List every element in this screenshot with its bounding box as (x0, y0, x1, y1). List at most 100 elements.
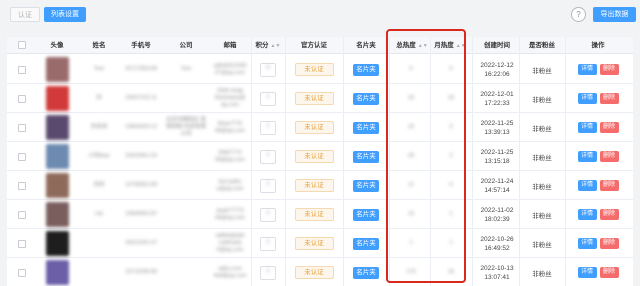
avatar-cell (37, 142, 77, 171)
actions-cell: 详情 删除 (567, 142, 629, 171)
company-cell (165, 229, 207, 258)
card-cell: 名片夹 (344, 113, 388, 142)
row-checkbox[interactable] (18, 65, 26, 74)
heat-columns-highlight (386, 29, 466, 283)
row-checkbox-cell (15, 200, 29, 229)
table-row: 13712349 80 a@a.com 4dd@qq.com 1 未认证 名片夹… (7, 258, 633, 286)
delete-button[interactable]: 删除 (599, 64, 619, 75)
card-folder-button[interactable]: 名片夹 (353, 150, 379, 163)
company-cell (165, 142, 207, 171)
fan-cell: 非粉丝 (520, 113, 564, 142)
detail-button[interactable]: 详情 (577, 209, 597, 220)
card-folder-button[interactable]: 名片夹 (353, 121, 379, 134)
row-checkbox[interactable] (18, 152, 26, 161)
email-cell: a@ddd12345 67@qq.com (209, 55, 251, 84)
unverified-badge: 未认证 (294, 266, 334, 279)
user-phone: 13745652 89 (124, 182, 158, 188)
phone-cell: 13712349 80 (119, 258, 163, 286)
select-all-checkbox-cell[interactable] (15, 37, 29, 54)
fan-status: 非粉丝 (532, 183, 552, 191)
header-phone: 手机号 (131, 42, 151, 49)
delete-button[interactable]: 删除 (599, 93, 619, 104)
created-date: 2022-11-02 (480, 206, 514, 214)
score-box: 1 (260, 265, 276, 280)
delete-button[interactable]: 删除 (599, 238, 619, 249)
card-cell: 名片夹 (344, 229, 388, 258)
row-checkbox-cell (15, 84, 29, 113)
card-folder-button[interactable]: 名片夹 (353, 179, 379, 192)
user-email: daa677775 68@qq.com (215, 207, 245, 221)
table-row: 15012341 67 ddfdk@ddd caifdnaila 6@qq.co… (7, 229, 633, 258)
row-checkbox-cell (15, 229, 29, 258)
detail-button[interactable]: 详情 (577, 122, 597, 133)
auth-button[interactable]: 认证 (10, 7, 40, 22)
card-folder-button[interactable]: 名片夹 (353, 208, 379, 221)
actions-cell: 详情 删除 (567, 200, 629, 229)
fan-status: 非粉丝 (532, 270, 552, 278)
export-data-button[interactable]: 导出数据 (593, 7, 636, 22)
row-checkbox[interactable] (18, 268, 26, 277)
help-icon[interactable]: ? (571, 7, 586, 22)
card-folder-button[interactable]: 名片夹 (353, 63, 379, 76)
header-score[interactable]: 积分 ▲▼ (252, 37, 284, 54)
phone-cell: 15717653 89 (119, 55, 163, 84)
detail-button[interactable]: 详情 (577, 64, 597, 75)
user-table: 头像 姓名 手机号 公司 邮箱 积分 ▲▼ 官方认证 名片夹 总热度 ▲▼ 月热度 ▲… (7, 37, 633, 286)
created-time: 16:49:52 (484, 244, 510, 252)
company-cell (165, 258, 207, 286)
row-checkbox[interactable] (18, 181, 26, 190)
fan-status: 非粉丝 (532, 67, 552, 75)
table-header: 头像 姓名 手机号 公司 邮箱 积分 ▲▼ 官方认证 名片夹 总热度 ▲▼ 月热度 ▲… (7, 37, 633, 54)
user-phone: 13563424 12 (124, 124, 158, 130)
column-settings-button[interactable]: 列表设置 (44, 7, 86, 22)
auth-cell: 未认证 (286, 200, 342, 229)
score-cell: 1 (252, 229, 284, 258)
card-folder-button[interactable]: 名片夹 (353, 266, 379, 279)
user-email: 2566-4sdg fdsdsdasd@ qq.com (214, 88, 246, 108)
row-checkbox[interactable] (18, 239, 26, 248)
sort-icon[interactable]: ▲▼ (271, 43, 281, 49)
card-folder-button[interactable]: 名片夹 (353, 92, 379, 105)
delete-button[interactable]: 删除 (599, 122, 619, 133)
fan-cell: 非粉丝 (520, 229, 564, 258)
delete-button[interactable]: 删除 (599, 209, 619, 220)
avatar-cell (37, 258, 77, 286)
company-cell (165, 171, 207, 200)
user-phone: 15717653 89 (124, 66, 158, 72)
delete-button[interactable]: 删除 (599, 267, 619, 278)
auth-cell: 未认证 (286, 84, 342, 113)
created-time: 13:39:13 (484, 128, 510, 136)
header-actions: 操作 (591, 42, 605, 49)
row-checkbox[interactable] (18, 94, 26, 103)
card-folder-button[interactable]: 名片夹 (353, 237, 379, 250)
detail-button[interactable]: 详情 (577, 151, 597, 162)
email-cell: ddfdk@ddd caifdnaila 6@qq.com (209, 229, 251, 258)
created-date: 2022-11-25 (480, 119, 514, 127)
detail-button[interactable]: 详情 (577, 238, 597, 249)
score-cell: 1 (252, 171, 284, 200)
score-cell: 1 (252, 258, 284, 286)
user-email: 8daa7776 68@qq.com (215, 120, 245, 134)
header-name: 姓名 (92, 42, 106, 49)
row-checkbox[interactable] (18, 123, 26, 132)
delete-button[interactable]: 删除 (599, 180, 619, 191)
detail-button[interactable]: 详情 (577, 267, 597, 278)
user-email: a@ddd12345 67@qq.com (213, 62, 247, 76)
row-checkbox[interactable] (18, 210, 26, 219)
actions-cell: 详情 删除 (567, 171, 629, 200)
phone-cell: 13745652 89 (119, 171, 163, 200)
avatar (45, 202, 69, 227)
select-all-checkbox[interactable] (18, 41, 26, 49)
created-at-cell: 2022-11-25 13:39:13 (474, 113, 520, 142)
name-cell: Tom (81, 55, 117, 84)
delete-button[interactable]: 删除 (599, 151, 619, 162)
card-cell: 名片夹 (344, 200, 388, 229)
detail-button[interactable]: 详情 (577, 93, 597, 104)
avatar (45, 86, 69, 111)
row-checkbox-cell (15, 258, 29, 286)
detail-button[interactable]: 详情 (577, 180, 597, 191)
score-box: 1 (260, 236, 276, 251)
user-company: Tom (180, 66, 192, 72)
created-at-cell: 2022-12-12 16:22:06 (474, 55, 520, 84)
user-name: 刘 (96, 95, 102, 101)
